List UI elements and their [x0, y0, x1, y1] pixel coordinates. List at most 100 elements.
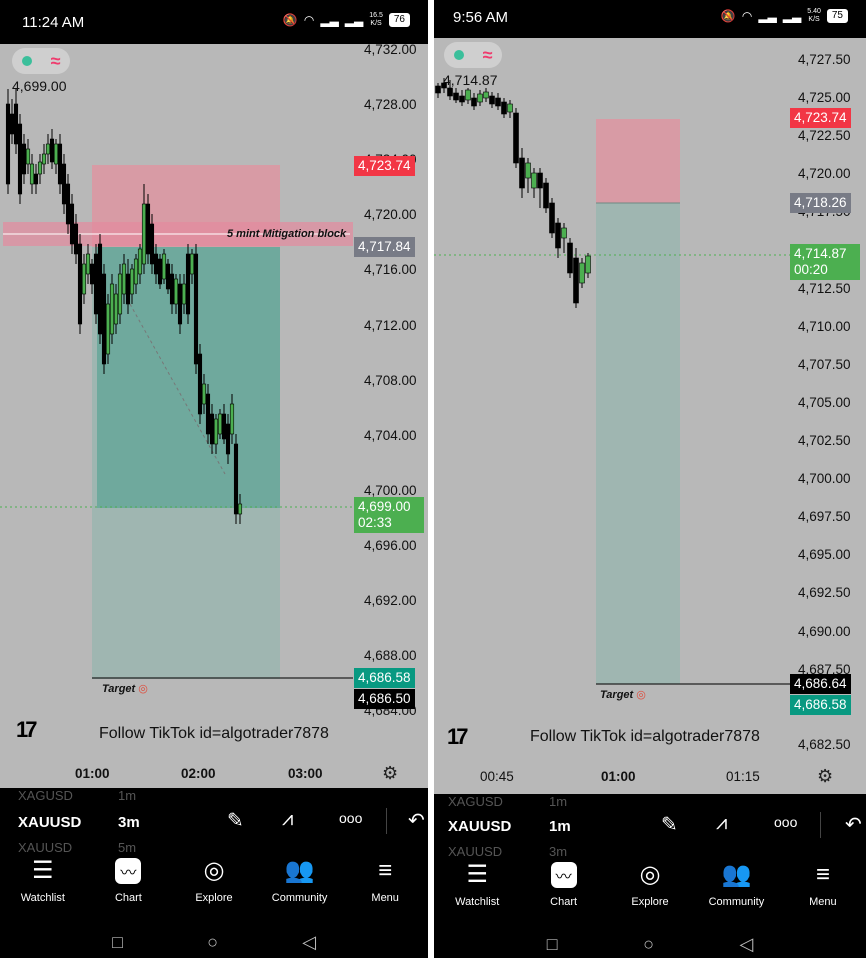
home-icon[interactable]: ○	[207, 932, 218, 953]
nav-menu[interactable]: ≡ Menu	[780, 860, 866, 922]
target-label: Target ◎	[600, 689, 646, 701]
ohlc-label: 4,699.00	[12, 78, 67, 94]
candle-body	[201, 383, 207, 405]
nav-watchlist[interactable]: ☰ Watchlist	[0, 856, 86, 916]
time-label-1: 01:00	[75, 766, 110, 781]
candle-body	[495, 97, 501, 107]
last-price-label: 4,686.50	[354, 689, 415, 709]
price-axis-label: 4,704.00	[364, 427, 417, 443]
candle-body	[225, 423, 231, 455]
candle-body	[531, 172, 537, 189]
trend-lines-icon[interactable]: ⩘	[282, 808, 293, 831]
tradingview-logo: 17	[447, 724, 469, 749]
candle-body	[45, 143, 51, 155]
nav-menu[interactable]: ≡ Menu	[342, 856, 428, 916]
candle-body	[65, 183, 71, 225]
chart-canvas[interactable]: ≈ 4,699.00 4,732.004,728.004,724.004,720…	[0, 44, 428, 788]
settings-icon[interactable]: ⚙	[817, 766, 833, 787]
candle-body	[165, 263, 171, 290]
price-axis-label: 4,720.00	[364, 207, 417, 223]
candle-body	[21, 143, 27, 175]
candle-body	[501, 101, 507, 115]
candle-body	[113, 293, 119, 325]
bottom-nav: ☰ Watchlist 〰 Chart ◎ Explore 👥 Community ≡ M…	[0, 856, 428, 916]
candle-body	[149, 223, 155, 265]
price-axis-label: 4,695.00	[798, 547, 851, 563]
price-axis-label: 4,712.50	[798, 280, 851, 296]
candle-body	[567, 242, 573, 274]
candle-body	[555, 222, 561, 249]
pencil-icon[interactable]: ✎	[661, 812, 678, 837]
people-icon: 👥	[721, 861, 752, 888]
candle-body	[213, 418, 219, 445]
candle-body	[137, 248, 143, 275]
price-axis-label: 4,722.50	[798, 128, 851, 144]
back-icon[interactable]: ◁	[302, 932, 316, 953]
more-icon[interactable]: ooo	[774, 814, 797, 830]
candle-body	[41, 153, 47, 165]
time-label-1: 00:45	[480, 769, 514, 784]
nav-watchlist[interactable]: ☰ Watchlist	[434, 860, 520, 922]
candle-body	[97, 243, 103, 335]
price-axis-label: 4,690.00	[798, 623, 851, 639]
candle-body	[177, 283, 183, 325]
candle-body	[537, 172, 543, 189]
candle-body	[471, 97, 477, 107]
stop-price-label: 4,723.74	[354, 156, 415, 176]
recents-icon[interactable]: □	[112, 932, 123, 953]
symbol-toolbar: XAGUSD 1m XAUUSD 1m XAUUSD 3m ✎ ⩘ ooo ↶	[434, 794, 866, 860]
candle-body	[217, 413, 223, 435]
recents-icon[interactable]: □	[547, 934, 558, 955]
status-time: 11:24 AM	[22, 14, 85, 31]
candle-body	[193, 253, 199, 365]
candle-body	[447, 87, 453, 97]
candle-body	[233, 443, 239, 515]
chart-canvas[interactable]: ≈ 4,714.87 4,727.50 4,725.00 4,722.50 4,720…	[434, 38, 866, 794]
candle-body	[513, 112, 519, 164]
trend-lines-icon[interactable]: ⩘	[716, 812, 727, 835]
follow-text: Follow TikTok id=algotrader7878	[99, 725, 329, 742]
nav-community[interactable]: 👥 Community	[257, 856, 343, 916]
candle-body	[205, 393, 211, 435]
nav-chart[interactable]: 〰 Chart	[86, 856, 172, 916]
right-phone-screen: 9:56 AM 🔕 ◠ ▂▃ ▂▃ 5.40 K/S 75 ≈ 4,714.87 …	[434, 0, 866, 958]
pencil-icon[interactable]: ✎	[227, 808, 244, 833]
undo-icon[interactable]: ↶	[408, 808, 425, 833]
candle-body	[483, 91, 489, 99]
signal-icon: ▂▃	[758, 9, 777, 23]
candle-body	[109, 283, 115, 335]
price-axis-label: 4,688.00	[364, 648, 417, 664]
candle-body	[161, 253, 167, 280]
candle-body	[229, 403, 235, 435]
candle-body	[85, 253, 91, 275]
target-icon: ◎	[138, 683, 148, 695]
signal-icon-2: ▂▃	[782, 9, 802, 23]
indicator-toggle[interactable]: ≈	[12, 48, 70, 74]
candle-body	[579, 262, 585, 284]
indicator-toggle[interactable]: ≈	[444, 42, 502, 68]
candle-body	[507, 103, 513, 113]
more-icon[interactable]: ooo	[339, 810, 362, 826]
candle-body	[13, 103, 19, 145]
timeframe-selector[interactable]: 1m	[549, 818, 571, 835]
settings-icon[interactable]: ⚙	[382, 763, 398, 784]
nav-explore[interactable]: ◎ Explore	[171, 856, 257, 916]
candle-body	[133, 258, 139, 285]
bar-countdown: 00:20	[794, 262, 828, 277]
candle-body	[5, 103, 11, 185]
stop-loss-zone	[596, 119, 680, 203]
home-icon[interactable]: ○	[643, 934, 654, 955]
follow-text: Follow TikTok id=algotrader7878	[530, 728, 760, 745]
candle-body	[181, 283, 187, 305]
nav-community[interactable]: 👥 Community	[693, 860, 779, 922]
timeframe-selector[interactable]: 3m	[118, 814, 140, 831]
nav-chart[interactable]: 〰 Chart	[520, 860, 606, 922]
mute-icon: 🔕	[720, 9, 736, 23]
nav-explore[interactable]: ◎ Explore	[607, 860, 693, 922]
back-icon[interactable]: ◁	[739, 934, 753, 955]
symbol-name[interactable]: XAUUSD	[448, 818, 511, 835]
candle-body	[561, 227, 567, 239]
price-axis-label: 4,727.50	[798, 52, 851, 67]
symbol-name[interactable]: XAUUSD	[18, 814, 81, 831]
undo-icon[interactable]: ↶	[845, 812, 862, 837]
